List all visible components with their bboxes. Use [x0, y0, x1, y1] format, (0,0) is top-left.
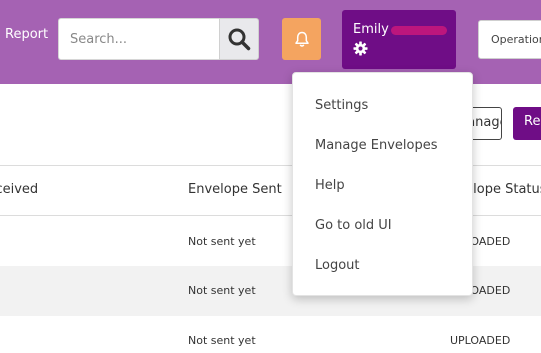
cell-envelope-status: UPLOADED: [450, 334, 511, 347]
user-menu-button[interactable]: Emily: [342, 10, 456, 69]
operation-select[interactable]: Operation: [478, 20, 541, 59]
menu-item-help[interactable]: Help: [315, 178, 345, 193]
notifications-button[interactable]: [282, 18, 321, 60]
user-name: Emily: [353, 22, 389, 37]
redacted-surname: [391, 26, 447, 35]
column-header-received[interactable]: Received: [0, 182, 38, 197]
menu-item-logout[interactable]: Logout: [315, 258, 360, 273]
cell-envelope-sent: Not sent yet: [188, 334, 256, 347]
search-button[interactable]: [219, 18, 259, 60]
gear-icon: [353, 41, 368, 56]
table-row[interactable]: Not sent yet UPLOADED: [0, 316, 541, 353]
user-dropdown-menu: Settings Manage Envelopes Help Go to old…: [292, 72, 473, 296]
cell-envelope-sent: Not sent yet: [188, 235, 256, 248]
search-input[interactable]: [58, 18, 220, 60]
menu-item-settings[interactable]: Settings: [315, 98, 368, 113]
nav-link-report[interactable]: Report: [5, 27, 48, 42]
bell-icon: [294, 31, 309, 47]
column-header-envelope-sent[interactable]: Envelope Sent: [188, 182, 282, 197]
menu-item-manage-envelopes[interactable]: Manage Envelopes: [315, 138, 438, 153]
primary-action-button[interactable]: Re: [513, 107, 541, 140]
menu-item-old-ui[interactable]: Go to old UI: [315, 218, 392, 233]
search-icon: [228, 28, 251, 51]
cell-envelope-sent: Not sent yet: [188, 284, 256, 297]
